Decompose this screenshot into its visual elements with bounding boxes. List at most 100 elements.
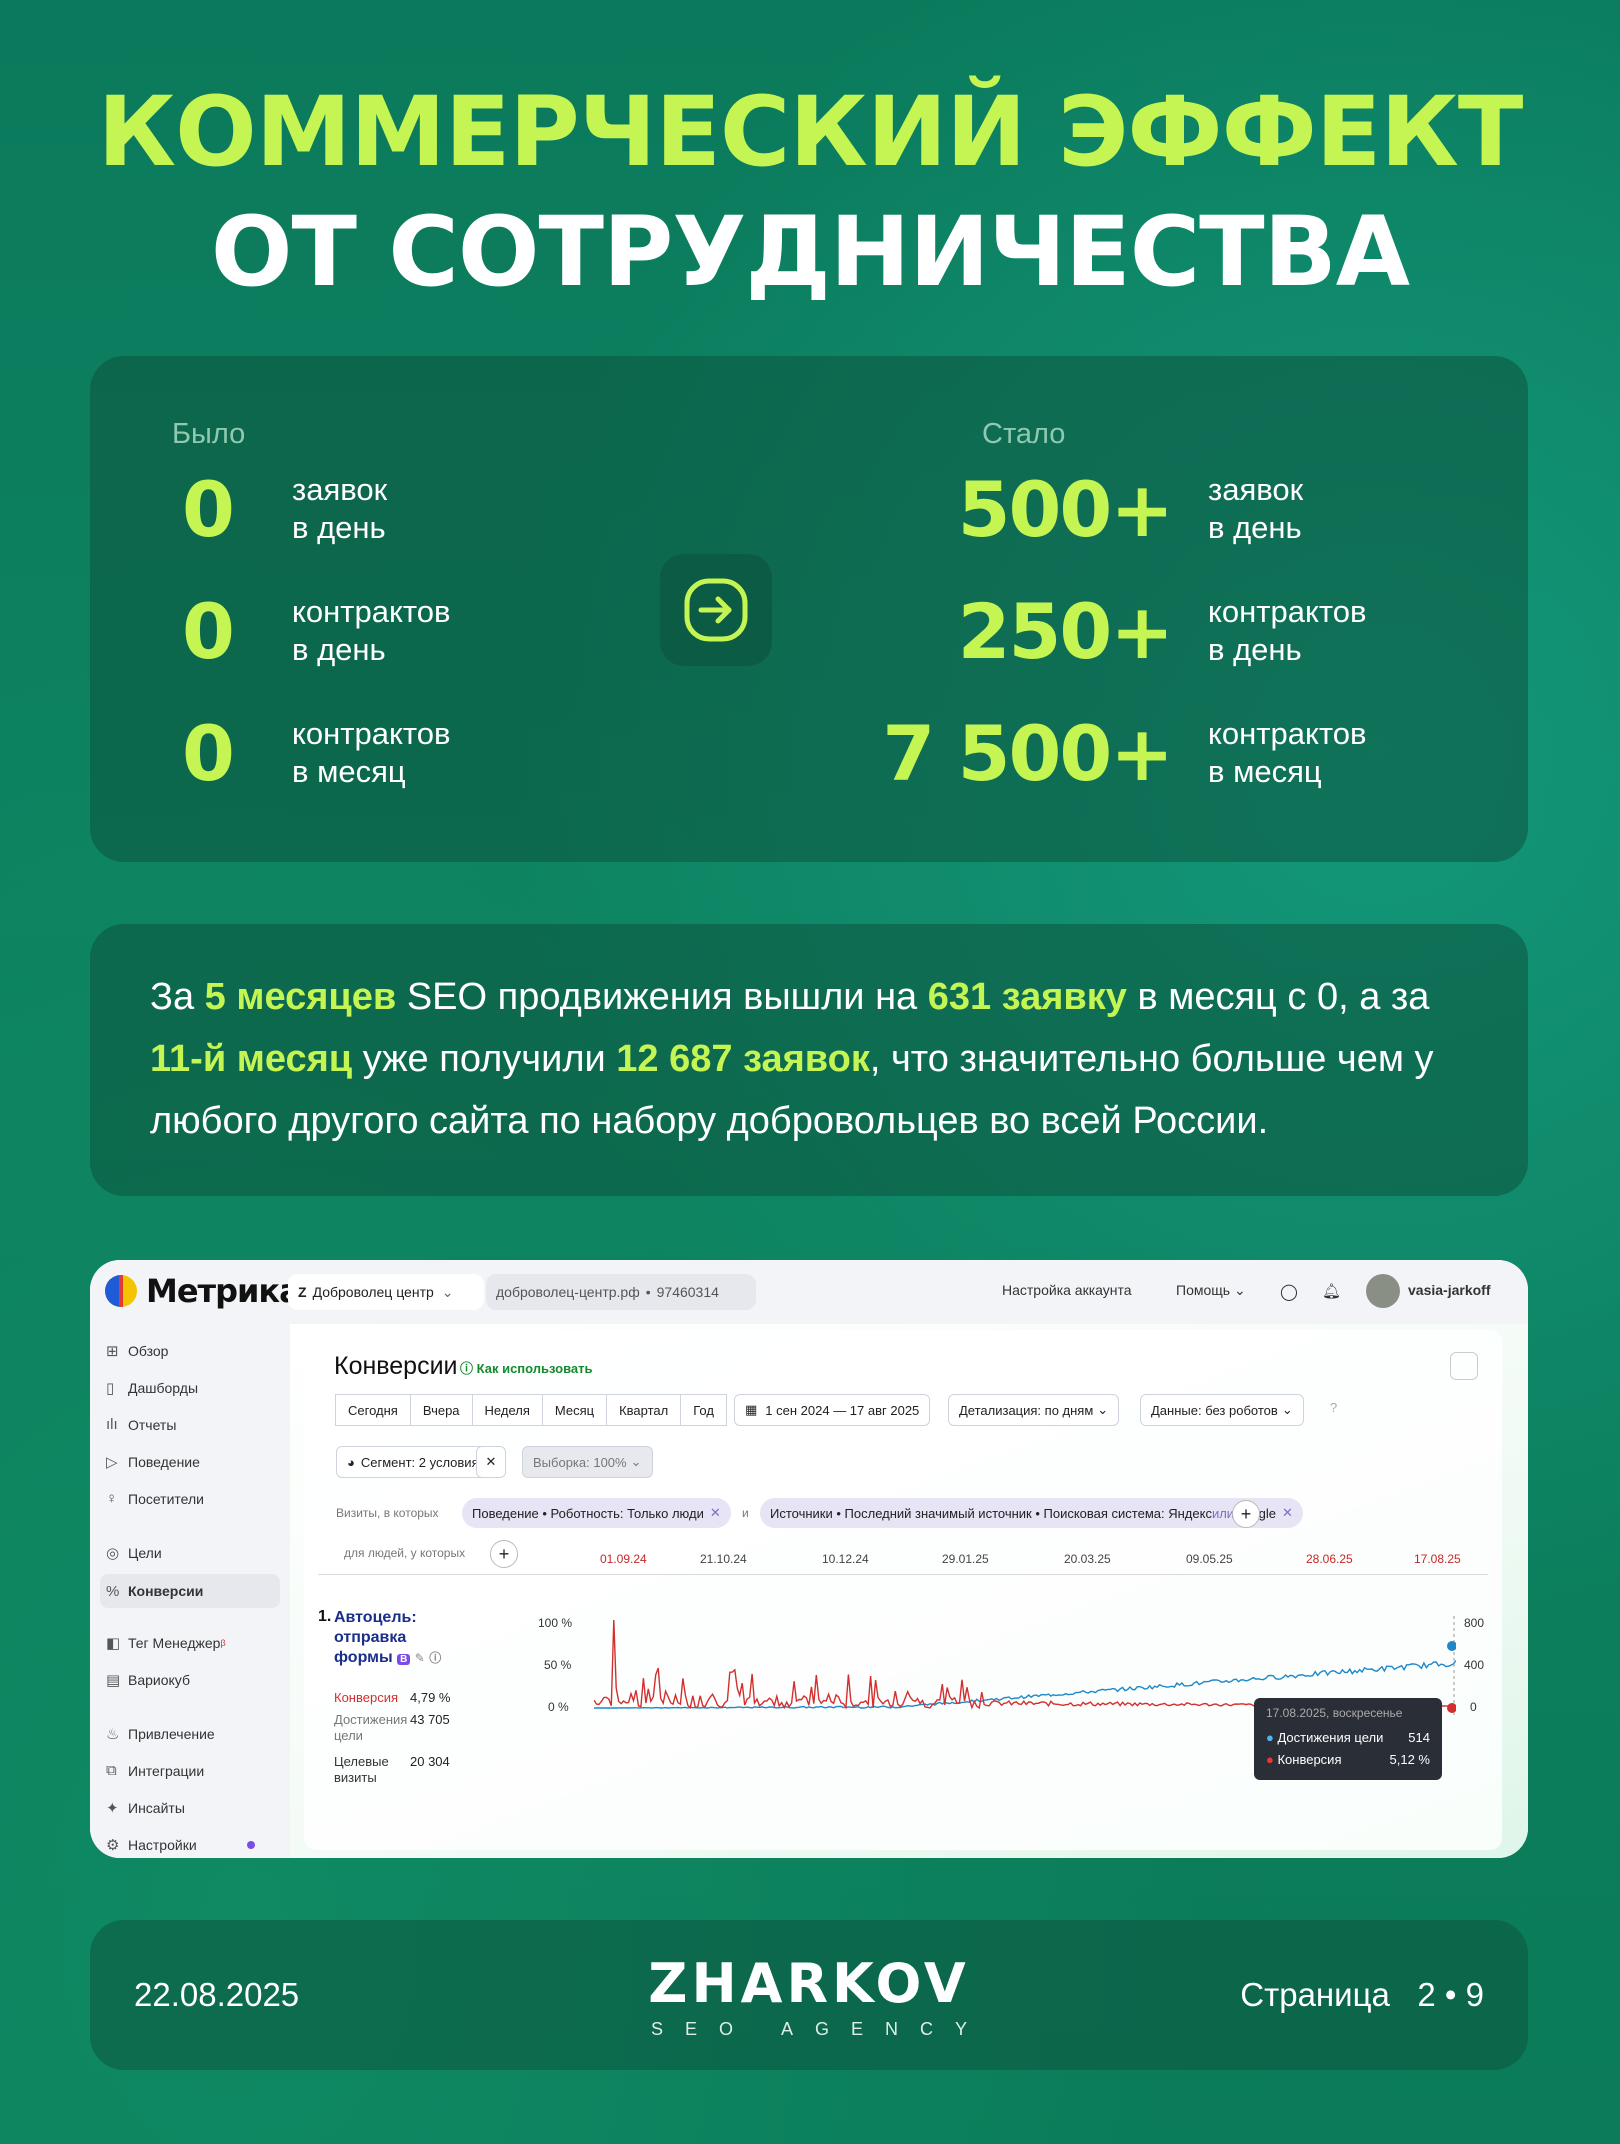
before-row: 0 заявок в день (182, 464, 387, 554)
metric-label: Конверсия (334, 1690, 399, 1705)
metric-label: Достижения цели (334, 1712, 408, 1743)
sidebar-item-dashboards[interactable]: ▯ Дашборды (106, 1379, 198, 1397)
chevron-down-icon: ⌄ (1233, 1282, 1246, 1298)
chevron-down-icon: ⌄ (1281, 1402, 1293, 1417)
after-unit: заявок в день (1208, 472, 1304, 545)
before-value: 0 (182, 586, 235, 676)
before-unit: контрактов в день (292, 594, 451, 667)
avatar[interactable] (1366, 1274, 1400, 1308)
before-unit: контрактов в месяц (292, 716, 451, 789)
tag-icon: ◧ (106, 1635, 121, 1652)
metrica-logo-icon (105, 1275, 137, 1307)
axis-right-tick: 400 (1464, 1658, 1485, 1672)
period-quarter[interactable]: Квартал (606, 1394, 682, 1426)
filter-chip-robots[interactable]: Поведение • Роботность: Только люди ✕ (462, 1498, 731, 1528)
theme-toggle-icon[interactable]: ◐ (1450, 1352, 1478, 1380)
before-value: 0 (182, 708, 235, 798)
sidebar-item-conversions[interactable]: % Конверсии (100, 1574, 280, 1608)
before-value: 0 (182, 464, 235, 554)
date-tick: 20.03.25 (1064, 1552, 1111, 1566)
counter-info: доброволец-центр.рф • 97460314 (486, 1274, 756, 1310)
sidebar-item-integrations[interactable]: ⧉ Интеграции (106, 1762, 204, 1779)
report-title: Конверсии (334, 1352, 458, 1380)
user-name[interactable]: vasia-jarkoff (1408, 1282, 1490, 1298)
chat-icon[interactable]: ◯ (1280, 1282, 1298, 1302)
add-filter-button[interactable]: + (1232, 1500, 1260, 1528)
sidebar-item-overview[interactable]: ⊞ Обзор (106, 1342, 168, 1360)
date-tick: 10.12.24 (822, 1552, 869, 1566)
chevron-down-icon: ⌄ (1097, 1402, 1109, 1417)
filter-chip-source[interactable]: Источники • Последний значимый источник … (760, 1498, 1303, 1528)
conversion-series-line (594, 1619, 1456, 1710)
after-row: 7 500+ контрактов в месяц (872, 708, 1366, 798)
before-row: 0 контрактов в день (182, 586, 450, 676)
counter-select[interactable]: Z Доброволец центр ⌄ (288, 1274, 484, 1310)
sidebar-item-tag-manager[interactable]: ◧ Тег Менеджер β (106, 1634, 226, 1652)
account-settings-link[interactable]: Настройка аккаунта (1002, 1282, 1132, 1298)
date-range-picker[interactable]: ▦ 1 сен 2024 — 17 авг 2025 (734, 1394, 931, 1426)
bell-icon[interactable]: 🔔︎ (1322, 1282, 1341, 1300)
after-label: Стало (982, 418, 1066, 450)
metrica-sidebar: ⊞ Обзор ▯ Дашборды ılı Отчеты ▷ Поведение ♀ П… (90, 1324, 290, 1858)
metrica-main: Конверсии ⓘ Как использовать ◐ Сегодня В… (290, 1324, 1528, 1858)
period-week[interactable]: Неделя (471, 1394, 543, 1426)
sidebar-item-insights[interactable]: ✦ Инсайты (106, 1799, 185, 1817)
sidebar-item-goals[interactable]: ◎ Цели (106, 1544, 162, 1562)
chart-tooltip: 17.08.2025, воскресенье ● Достижения цел… (1254, 1698, 1442, 1780)
detail-select[interactable]: Детализация: по дням ⌄ (948, 1394, 1120, 1426)
add-people-filter-button[interactable]: + (490, 1540, 518, 1568)
series-dot-icon: ● (1266, 1752, 1274, 1767)
metric-value: 43 705 (410, 1712, 450, 1727)
sidebar-item-settings[interactable]: ⚙ Настройки (106, 1836, 255, 1854)
axis-left-tick: 50 % (544, 1658, 572, 1672)
info-icon: ⓘ (460, 1361, 474, 1376)
conversions-panel: Конверсии ⓘ Как использовать ◐ Сегодня В… (304, 1330, 1502, 1850)
period-month[interactable]: Месяц (541, 1394, 608, 1426)
puzzle-icon: ⧉ (106, 1762, 117, 1779)
chevron-down-icon: ⌄ (441, 1283, 454, 1300)
metrica-screenshot: Метрика Z Доброволец центр ⌄ доброволец-… (90, 1260, 1528, 1858)
visits-label: Визиты, в которых (336, 1506, 439, 1520)
counter-logo-icon: Z (298, 1284, 307, 1300)
cube-icon: ▤ (106, 1672, 121, 1689)
help-menu[interactable]: Помощь ⌄ (1176, 1282, 1246, 1299)
sidebar-item-behavior[interactable]: ▷ Поведение (106, 1453, 200, 1471)
period-yesterday[interactable]: Вчера (409, 1394, 473, 1426)
sample-select[interactable]: Выборка: 100% ⌄ (522, 1446, 653, 1478)
help-icon[interactable]: ? (1330, 1400, 1337, 1415)
metrica-logo[interactable]: Метрика (104, 1272, 301, 1310)
before-row: 0 контрактов в месяц (182, 708, 450, 798)
howto-link[interactable]: ⓘ Как использовать (460, 1358, 593, 1377)
after-value: 7 500+ (882, 708, 1174, 798)
sidebar-item-reports[interactable]: ılı Отчеты (106, 1416, 176, 1433)
sparkle-icon: ✦ (106, 1800, 119, 1817)
metric-label: Целевые визиты (334, 1754, 389, 1785)
close-icon: ✕ (1281, 1505, 1293, 1520)
axis-left-tick: 100 % (538, 1616, 573, 1630)
data-filter-select[interactable]: Данные: без роботов ⌄ (1140, 1394, 1304, 1426)
axis-left-tick: 0 % (548, 1700, 569, 1714)
axis-right-tick: 800 (1464, 1616, 1485, 1630)
period-today[interactable]: Сегодня (335, 1394, 411, 1426)
gear-icon: ⚙ (106, 1837, 120, 1854)
sidebar-item-visitors[interactable]: ♀ Посетители (106, 1490, 204, 1507)
metric-value: 20 304 (410, 1754, 450, 1769)
sidebar-item-acquisition[interactable]: ♨ Привлечение (106, 1725, 215, 1743)
pencil-icon: ✎ (414, 1651, 425, 1665)
date-tick: 21.10.24 (700, 1552, 747, 1566)
pie-icon: ◕ (347, 1454, 355, 1470)
footer: 22.08.2025 ZHARKOV SEO AGENCY Страница 2… (90, 1920, 1528, 2070)
metric-value: 4,79 % (410, 1690, 451, 1705)
close-icon: ✕ (485, 1454, 497, 1469)
period-selector: Сегодня Вчера Неделя Месяц Квартал Год (335, 1394, 727, 1426)
sidebar-item-variocube[interactable]: ▤ Вариокуб (106, 1671, 190, 1689)
flame-icon: ♨ (106, 1726, 120, 1743)
stats-card: Было Стало 0 заявок в день 0 контрактов в … (90, 356, 1528, 862)
segment-clear-button[interactable]: ✕ (476, 1446, 506, 1478)
goal-number: 1. (318, 1608, 332, 1625)
badge-icon: B (397, 1654, 411, 1665)
goal-title[interactable]: Автоцель: отправка формы B ✎ ⓘ (334, 1608, 441, 1670)
date-tick: 29.01.25 (942, 1552, 989, 1566)
page-indicator: Страница 2 • 9 (1240, 1976, 1484, 2013)
period-year[interactable]: Год (680, 1394, 727, 1426)
